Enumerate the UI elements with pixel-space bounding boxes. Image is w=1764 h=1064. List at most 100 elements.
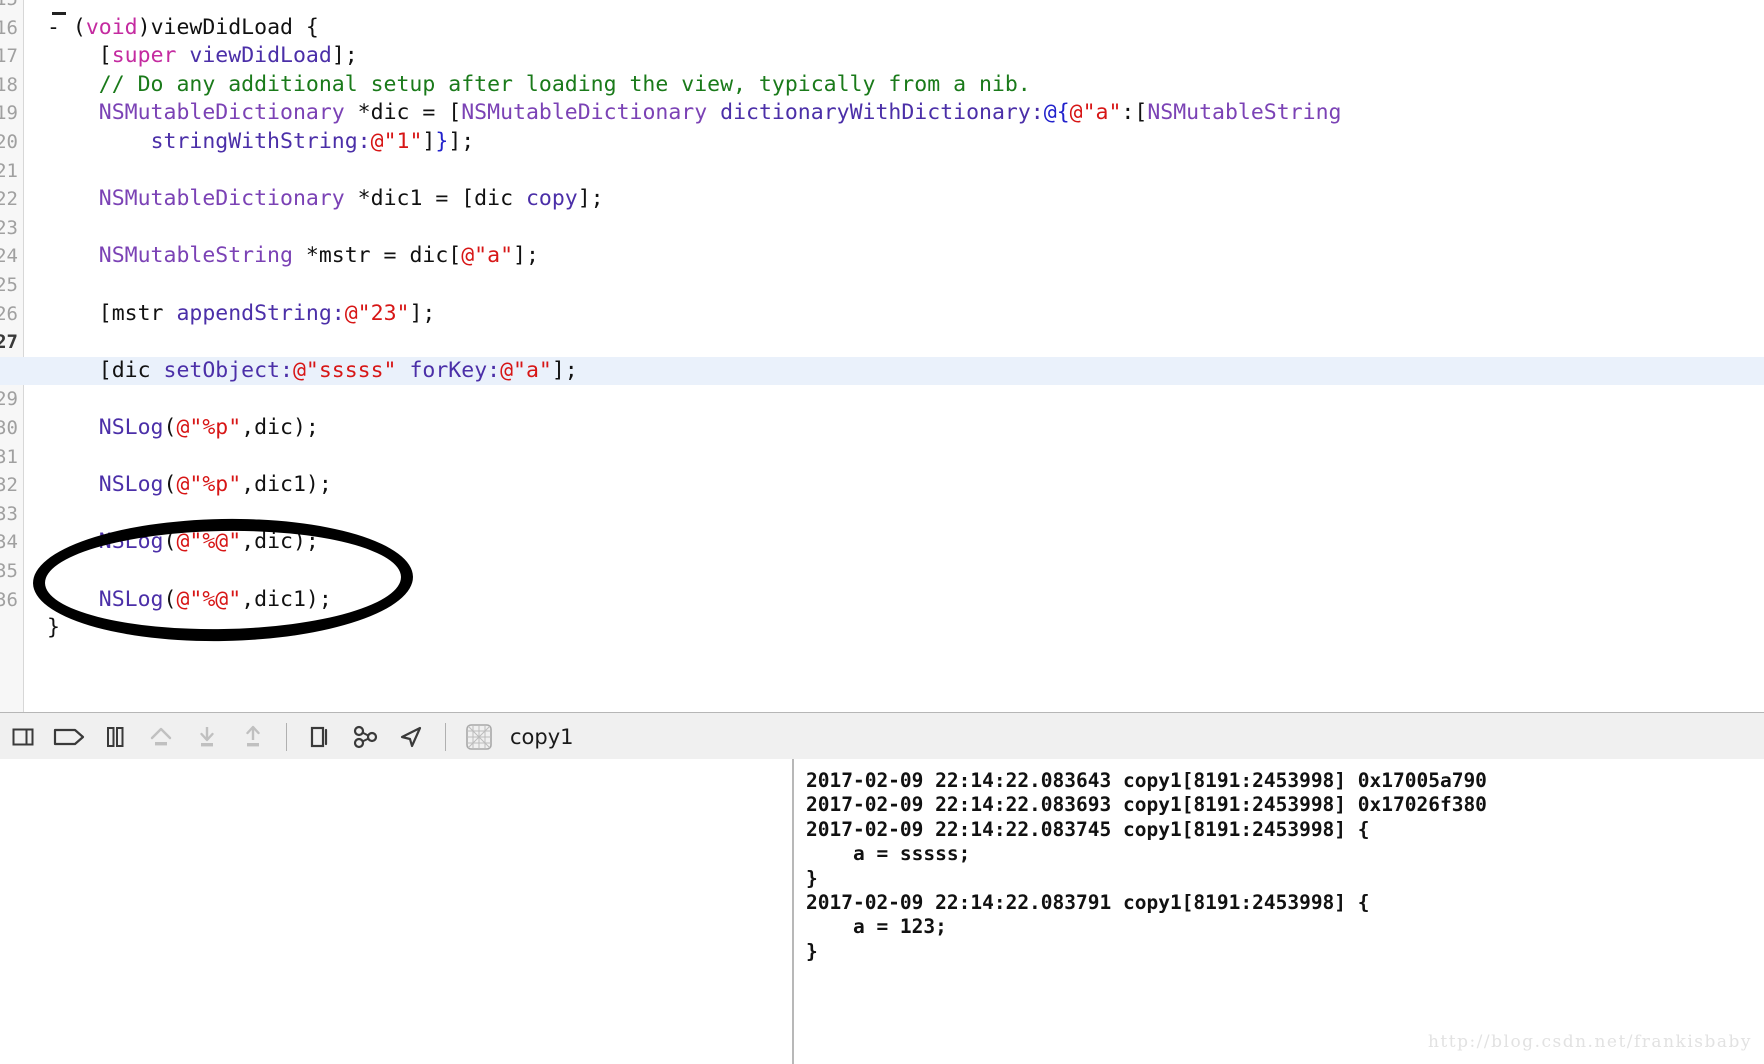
code-token: NSMutableDictionary	[461, 100, 708, 126]
step-over-icon[interactable]	[138, 714, 184, 760]
code-token: ,dic);	[241, 529, 319, 555]
line-number-25[interactable]: 25	[0, 271, 18, 300]
debug-memory-graph-icon[interactable]	[343, 714, 389, 760]
hide-debug-area-icon[interactable]	[0, 714, 46, 760]
code-token: @"a"	[461, 243, 514, 269]
code-line[interactable]: NSLog(@"%p",dic);	[47, 414, 319, 443]
line-number-19[interactable]: 19	[0, 99, 18, 128]
line-number-24[interactable]: 24	[0, 242, 18, 271]
code-token: :[	[1121, 100, 1148, 126]
code-token: NSMutableDictionary	[98, 100, 345, 126]
code-token: ,dic1);	[241, 586, 332, 612]
mesh-grid-icon[interactable]	[456, 714, 502, 760]
code-token: ];	[448, 129, 475, 154]
console-log-line: }	[806, 866, 818, 890]
console-output-view[interactable]: 2017-02-09 22:14:22.083643 copy1[8191:24…	[794, 759, 1764, 1064]
code-token: @"%p"	[176, 472, 242, 498]
console-log-line: 2017-02-09 22:14:22.083745 copy1[8191:24…	[806, 817, 1370, 841]
code-token: dictionaryWithDictionary:	[720, 100, 1044, 126]
step-into-icon[interactable]	[184, 714, 230, 760]
code-line[interactable]: NSMutableString *mstr = dic[@"a"];	[47, 242, 539, 271]
code-token: *dic1 = [dic	[344, 186, 526, 212]
code-text-area[interactable]: - (void)viewDidLoad { [super viewDidLoad…	[0, 0, 1764, 712]
debug-view-hierarchy-icon[interactable]	[297, 714, 343, 760]
code-line[interactable]: }	[47, 614, 60, 643]
code-line[interactable]	[47, 500, 60, 529]
console-log-line: 2017-02-09 22:14:22.083693 copy1[8191:24…	[806, 793, 1487, 817]
line-number-26[interactable]: 26	[0, 300, 18, 329]
code-token: forKey:	[409, 357, 501, 383]
code-line[interactable]: stringWithString:@"1"]}];	[47, 128, 475, 157]
console-log-line: 2017-02-09 22:14:22.083643 copy1[8191:24…	[806, 769, 1487, 792]
code-line[interactable]	[47, 328, 60, 357]
breakpoints-toggle-icon[interactable]	[46, 714, 92, 760]
code-token: NSLog	[98, 472, 164, 498]
code-token: NSMutableDictionary	[98, 186, 345, 212]
line-number-30[interactable]: 30	[0, 414, 18, 443]
code-line[interactable]	[47, 214, 60, 243]
code-token: @"sssss"	[292, 357, 397, 383]
code-token: *mstr = dic[	[292, 243, 462, 269]
line-number-32[interactable]: 32	[0, 471, 18, 500]
variables-view[interactable]	[0, 759, 792, 1064]
code-token: }	[435, 129, 449, 154]
code-line[interactable]: [super viewDidLoad];	[47, 42, 358, 71]
line-number-27[interactable]: 27	[0, 328, 18, 357]
line-number-21[interactable]: 21	[0, 157, 18, 186]
code-line[interactable]: - (void)viewDidLoad {	[47, 14, 319, 43]
code-token: ];	[577, 186, 604, 212]
code-token: ,dic1);	[241, 472, 332, 498]
code-token: copy	[525, 186, 578, 212]
code-token: ];	[409, 300, 436, 326]
code-line[interactable]: NSMutableDictionary *dic1 = [dic copy];	[47, 185, 604, 214]
line-number-33[interactable]: 33	[0, 500, 18, 529]
line-number-34[interactable]: 34	[0, 528, 18, 557]
code-line[interactable]	[47, 443, 60, 472]
debug-toolbar[interactable]: copy1	[0, 712, 1764, 761]
line-number-17[interactable]: 17	[0, 42, 18, 71]
code-line[interactable]: [mstr appendString:@"23"];	[47, 300, 436, 329]
toolbar-separator-1	[286, 722, 287, 751]
line-number-20[interactable]: 20	[0, 128, 18, 157]
code-line[interactable]: NSLog(@"%@",dic1);	[47, 586, 332, 615]
line-number-29[interactable]: 29	[0, 385, 18, 414]
code-token: @"1"	[370, 129, 423, 154]
code-line[interactable]: NSLog(@"%@",dic);	[47, 528, 319, 557]
line-number-35[interactable]: 35	[0, 557, 18, 586]
step-out-icon[interactable]	[230, 714, 276, 760]
console-log-line: 2017-02-09 22:14:22.083791 copy1[8191:24…	[806, 890, 1370, 914]
source-editor[interactable]: 1516171819202122232425262728293031323334…	[0, 0, 1764, 712]
code-line[interactable]	[47, 557, 60, 586]
line-number-31[interactable]: 31	[0, 443, 18, 472]
code-token: @"%@"	[176, 586, 242, 612]
line-number-22[interactable]: 22	[0, 185, 18, 214]
code-line[interactable]	[47, 0, 60, 14]
line-number-18[interactable]: 18	[0, 71, 18, 100]
code-token: (	[163, 415, 177, 440]
simulate-location-icon[interactable]	[389, 714, 435, 760]
pause-continue-icon[interactable]	[92, 714, 138, 760]
code-line[interactable]	[47, 385, 60, 414]
code-line[interactable]	[47, 157, 60, 186]
line-number-15[interactable]: 15	[0, 0, 18, 14]
code-line[interactable]: NSLog(@"%p",dic1);	[47, 471, 332, 500]
code-token: NSLog	[98, 586, 164, 612]
code-token: super	[111, 43, 177, 69]
code-line[interactable]	[47, 271, 60, 300]
active-scheme-label[interactable]: copy1	[510, 725, 574, 749]
line-number-16[interactable]: 16	[0, 14, 18, 43]
code-line[interactable]: [dic setObject:@"sssss" forKey:@"a"];	[0, 356, 1764, 386]
code-token: ];	[331, 43, 358, 69]
code-token: [dic	[47, 357, 164, 383]
line-number-23[interactable]: 23	[0, 214, 18, 243]
line-number-36[interactable]: 36	[0, 586, 18, 615]
code-token: // Do any additional setup after loading…	[47, 71, 1031, 97]
code-token: NSMutableString	[1147, 100, 1342, 126]
code-line[interactable]: NSMutableDictionary *dic = [NSMutableDic…	[47, 99, 1342, 128]
code-line[interactable]: // Do any additional setup after loading…	[47, 71, 1031, 100]
code-token: viewDidLoad	[189, 43, 332, 69]
